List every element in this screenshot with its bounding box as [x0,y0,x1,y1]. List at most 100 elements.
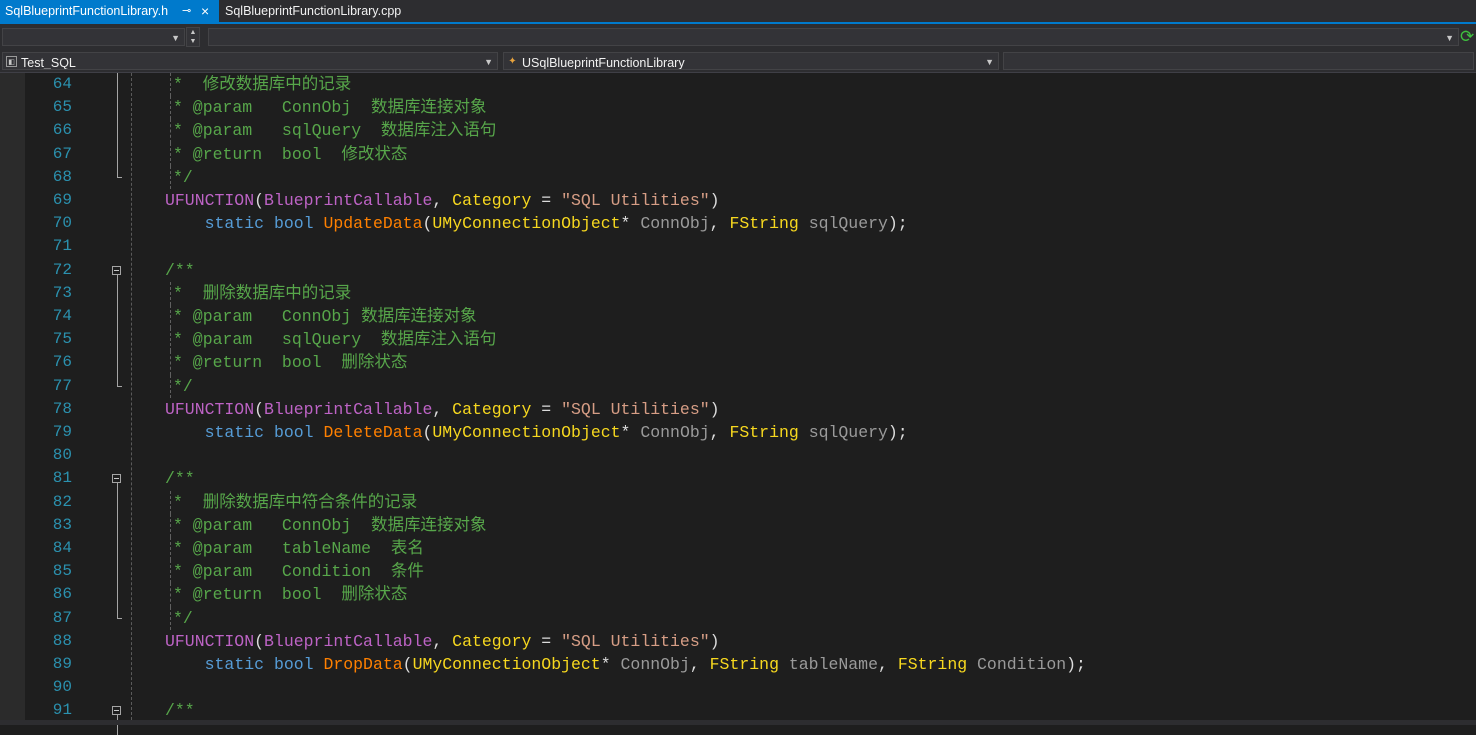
code-token: Category [452,631,532,651]
comment-guide [170,351,171,375]
code-token: * [600,655,621,674]
comment-guide [170,305,171,329]
line-number: 69 [52,191,72,209]
code-text: * @return bool 删除状态 [173,583,407,606]
chevron-down-icon: ▼ [171,33,180,43]
code-token: */ [173,608,193,628]
class-icon: ✦ [508,56,517,67]
code-line: 69 UFUNCTION(BlueprintCallable, Category … [0,189,1476,212]
close-icon[interactable]: × [201,0,209,22]
chevron-down-icon: ▼ [985,57,994,67]
code-token: */ [173,376,193,396]
code-text: * @param ConnObj 数据库连接对象 [173,514,487,537]
code-token: FString [709,655,779,674]
fold-end [117,176,122,178]
code-token: UFUNCTION [165,631,255,651]
code-text: * @param sqlQuery 数据库注入语句 [173,119,496,142]
code-text: */ [173,607,193,630]
refresh-icon[interactable]: ⟳ [1460,27,1476,47]
fold-end [117,617,122,619]
code-token: * 删除数据库中的记录 [173,283,352,303]
code-text: * @return bool 删除状态 [173,351,407,374]
code-token: static [204,655,265,674]
line-number: 84 [52,539,72,557]
fold-toggle-icon[interactable] [112,265,121,275]
code-token: Category [452,399,532,419]
comment-guide [170,96,171,120]
code-token: , [709,423,730,442]
pin-icon[interactable]: ⊸ [182,0,191,22]
line-number: 65 [52,98,72,117]
project-dropdown[interactable]: ◧ Test_SQL ▼ [2,52,498,70]
code-line: 65 * @param ConnObj 数据库连接对象 [0,96,1476,120]
code-line: 81 /** [0,467,1476,490]
code-token: ) [709,631,720,651]
code-text: static bool DropData(UMyConnectionObject… [165,653,1086,676]
code-token: UFUNCTION [165,191,255,210]
fold-toggle-icon[interactable] [112,706,121,716]
code-line: 83 * @param ConnObj 数据库连接对象 [0,513,1476,537]
code-editor[interactable]: 64 * 修改数据库中的记录 65 * @param ConnObj 数据库连接对象 6… [0,73,1476,735]
fold-rail [117,274,118,386]
line-number: 72 [52,260,72,279]
code-token: DropData [323,655,403,674]
code-line: 79 static bool DeleteData(UMyConnectionO… [0,421,1476,444]
comment-guide [170,606,171,630]
code-token: UFUNCTION [165,399,255,419]
top-left-dropdown[interactable]: ▼ [2,28,185,46]
code-token: * @param Condition 条件 [173,562,424,582]
line-number: 83 [52,515,72,534]
code-token: ( [422,214,433,234]
top-right-dropdown[interactable]: ▼ [208,28,1459,46]
code-token: "SQL Utilities" [561,191,710,210]
code-line: 89 static bool DropData(UMyConnectionObj… [0,653,1476,676]
member-dropdown[interactable] [1003,52,1474,70]
line-number: 81 [52,469,72,488]
code-line: 64 * 修改数据库中的记录 [0,73,1476,97]
code-line: 68 */ [0,165,1476,189]
code-text: * @param ConnObj 数据库连接对象 [173,96,487,119]
code-token: FString [897,655,968,674]
code-token: bool [273,655,314,674]
code-token: ( [422,423,433,442]
code-token: FString [729,423,799,442]
spin-buttons[interactable]: ▲ ▼ [186,27,200,47]
scope-dropdown[interactable]: ✦ USqlBlueprintFunctionLibrary ▼ [503,52,999,70]
code-text: */ [173,166,193,189]
code-token: * @return bool 删除状态 [173,585,408,605]
comment-guide [170,513,171,537]
line-number: 88 [52,631,72,650]
code-token: * @param ConnObj 数据库连接对象 [173,515,487,535]
comment-guide [170,583,171,607]
line-number: 73 [52,283,72,302]
code-token: Condition [977,655,1067,674]
tab-cpp-file[interactable]: SqlBlueprintFunctionLibrary.cpp [219,0,419,22]
line-number: 86 [52,585,72,604]
line-number: 76 [52,353,72,372]
code-token: UpdateData [323,214,423,234]
fold-toggle-icon[interactable] [112,474,121,484]
code-token: FString [729,214,799,234]
code-token: tableName [788,655,878,674]
code-token: ); [887,423,908,442]
code-line: 70 static bool UpdateData(UMyConnectionO… [0,212,1476,235]
tab-header-file[interactable]: SqlBlueprintFunctionLibrary.h ⊸ × [0,0,219,22]
code-token: BlueprintCallable [264,631,433,651]
code-token: "SQL Utilities" [561,399,710,419]
line-number: 66 [52,121,72,140]
document-tab-strip: SqlBlueprintFunctionLibrary.h ⊸ × SqlBlu… [0,0,1476,24]
code-token: * @param sqlQuery 数据库注入语句 [173,330,497,350]
line-number: 90 [52,678,72,697]
line-number: 89 [52,655,72,673]
code-token: , [709,214,730,234]
code-token: BlueprintCallable [264,191,433,210]
code-text: * 删除数据库中符合条件的记录 [173,491,417,514]
code-token: sqlQuery [808,423,888,442]
code-line: 82 * 删除数据库中符合条件的记录 [0,490,1476,514]
code-token: * 修改数据库中的记录 [173,75,352,94]
